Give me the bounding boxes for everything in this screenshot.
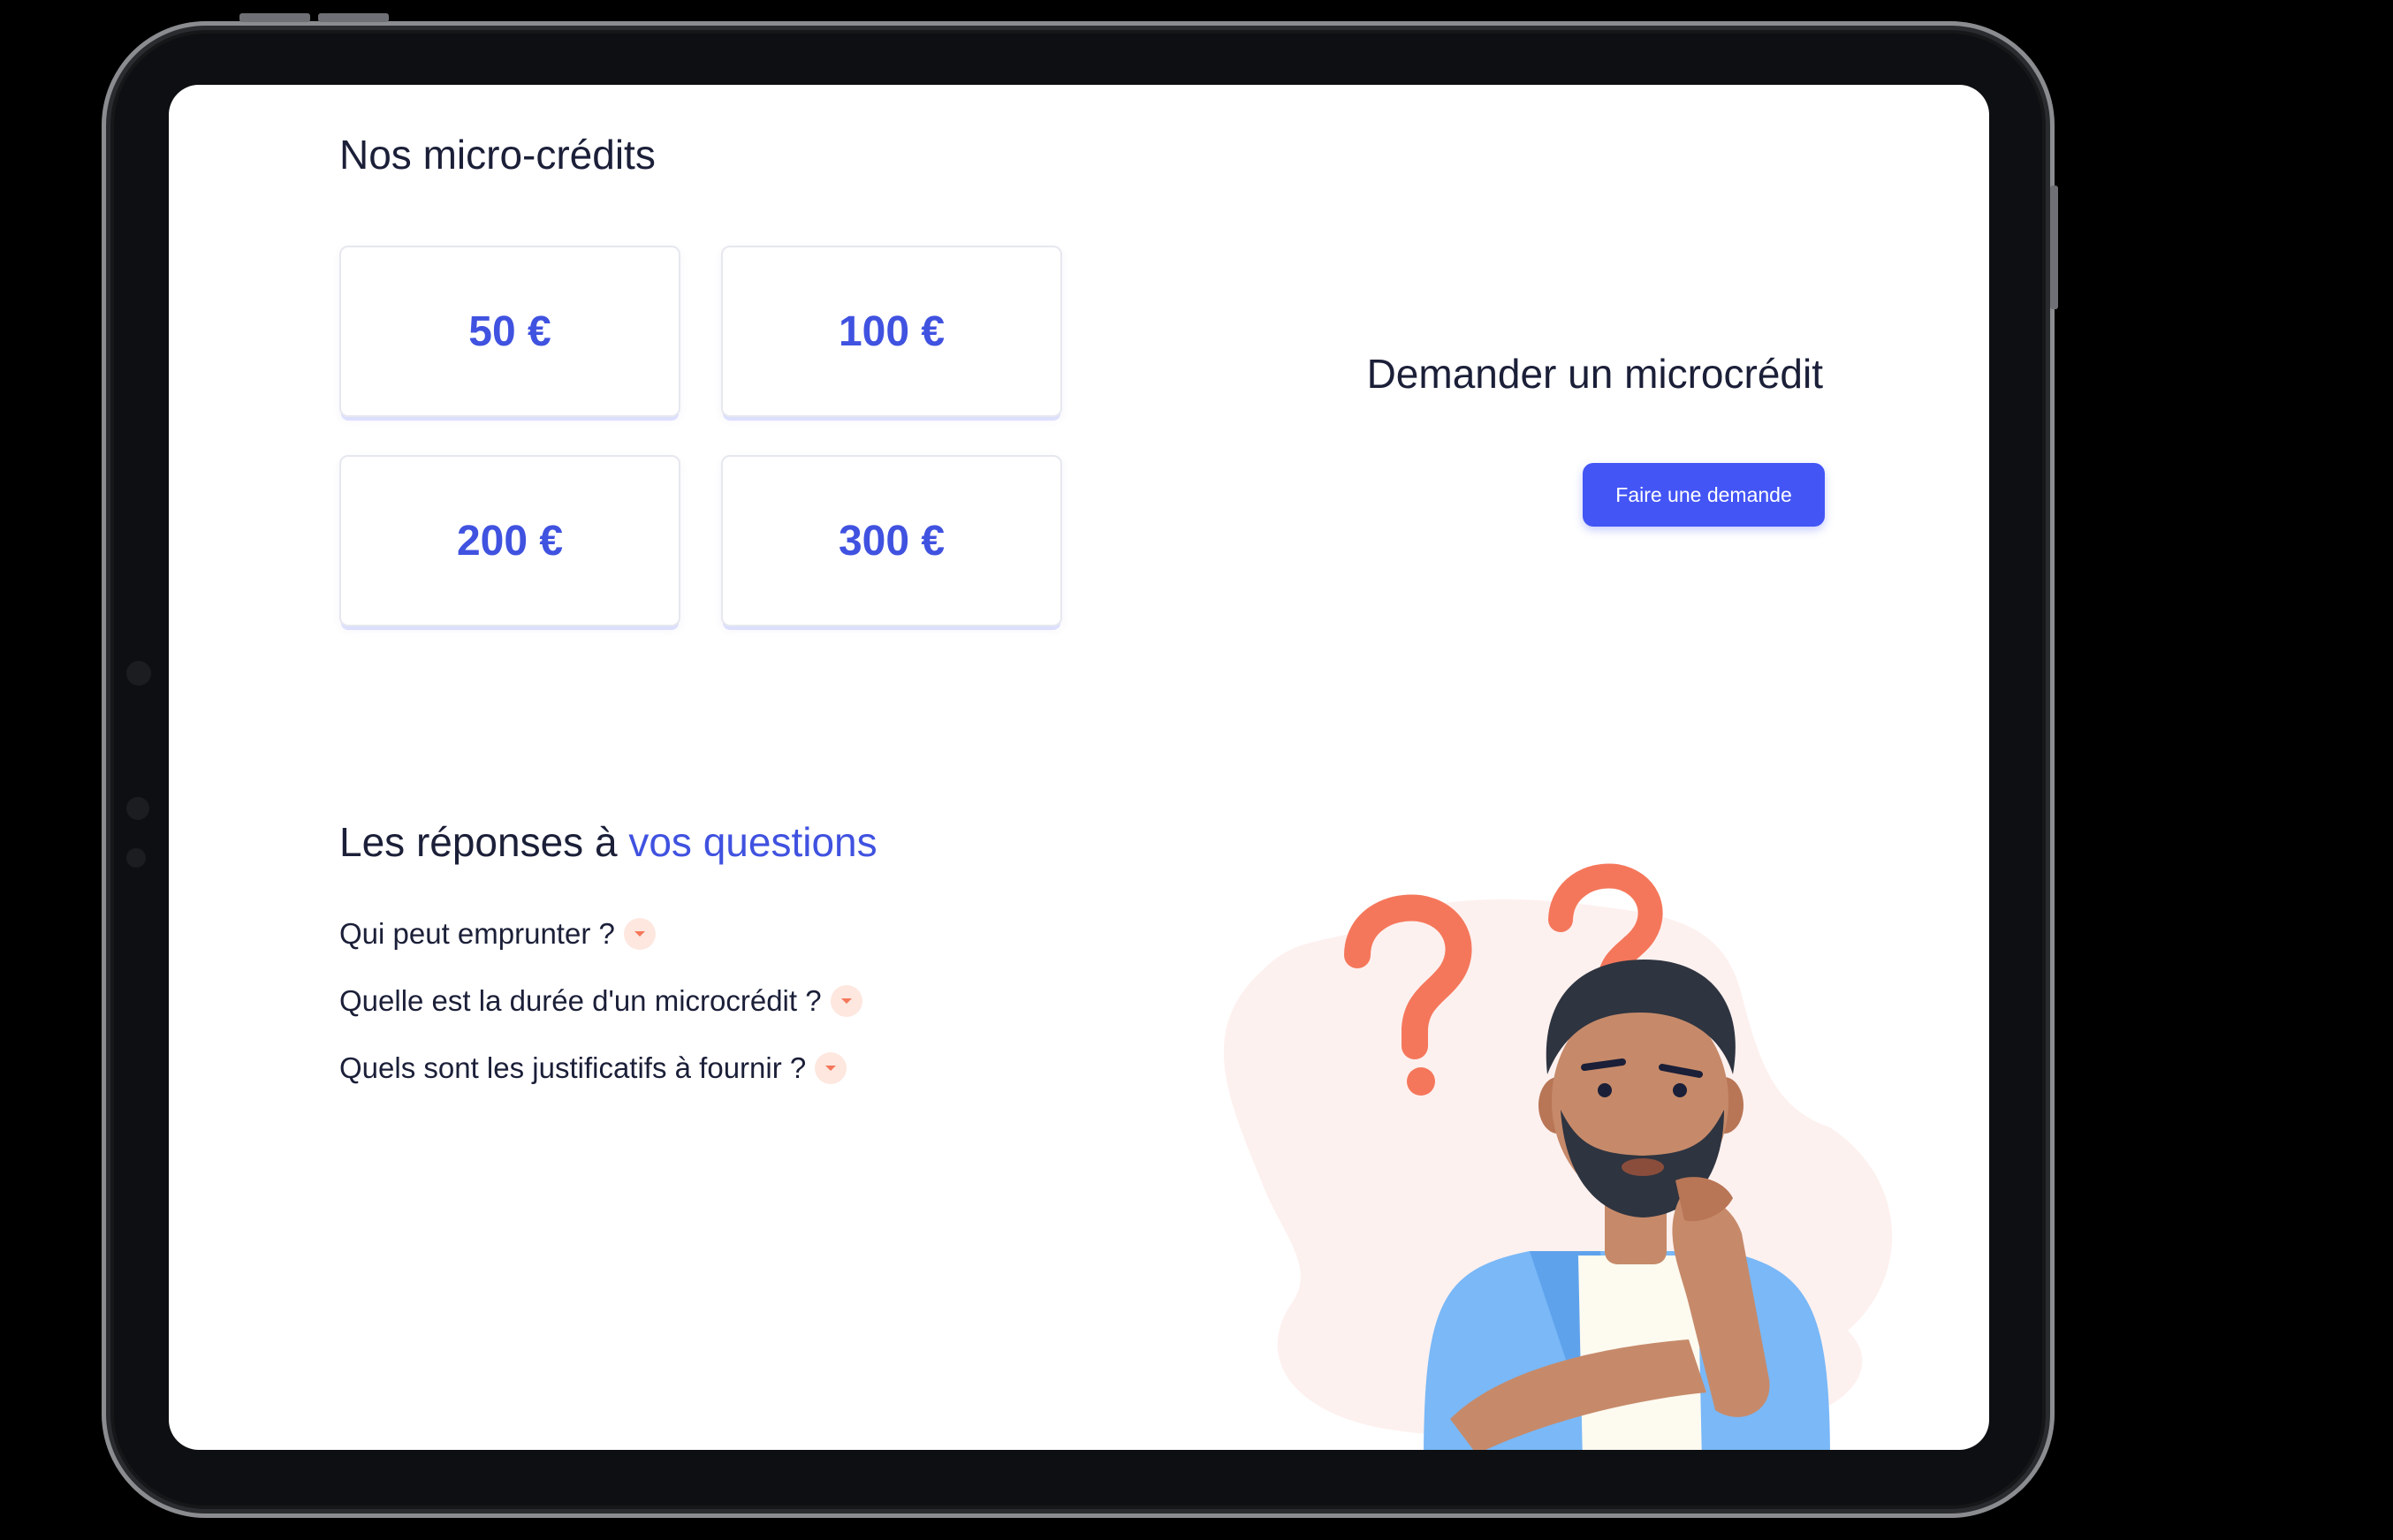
camera-sensor (126, 661, 151, 686)
thinking-person-illustration (1223, 863, 1893, 1450)
mouth (1622, 1158, 1664, 1176)
chevron-down-icon[interactable] (815, 1052, 847, 1084)
faq-question: Quelle est la durée d'un microcrédit ? (339, 984, 822, 1017)
chevron-down-icon[interactable] (830, 985, 862, 1017)
camera-sensor (126, 848, 146, 868)
amount-card-300[interactable]: 300 € (721, 455, 1062, 626)
amount-value: 100 € (838, 307, 946, 355)
faq-title: Les réponses à vos questions (339, 818, 877, 866)
section-title: Nos micro-crédits (339, 132, 656, 178)
faq-question: Quels sont les justificatifs à fournir ? (339, 1051, 807, 1084)
eye (1673, 1083, 1687, 1097)
cta-title: Demander un microcrédit (1366, 351, 1823, 397)
amount-value: 200 € (456, 517, 564, 565)
faq-item[interactable]: Quels sont les justificatifs à fournir ? (339, 1051, 847, 1085)
amount-card-50[interactable]: 50 € (339, 246, 680, 417)
chevron-down-icon[interactable] (623, 918, 656, 950)
eye (1598, 1083, 1612, 1097)
tablet-top-button (239, 13, 310, 22)
faq-title-accent: vos questions (628, 819, 877, 865)
amount-card-100[interactable]: 100 € (721, 246, 1062, 417)
faq-item[interactable]: Quelle est la durée d'un microcrédit ? (339, 984, 862, 1018)
faq-title-prefix: Les réponses à (339, 819, 629, 865)
amount-card-200[interactable]: 200 € (339, 455, 680, 626)
amount-value: 50 € (468, 307, 551, 355)
tablet-top-button (318, 13, 389, 22)
request-button[interactable]: Faire une demande (1583, 463, 1825, 527)
faq-item[interactable]: Qui peut emprunter ? (339, 917, 656, 951)
amount-value: 300 € (838, 517, 946, 565)
question-mark-dot (1407, 1067, 1435, 1096)
app-screen: Nos micro-crédits 50 € 100 € 200 € 300 €… (169, 85, 1989, 1450)
camera-sensor (126, 797, 149, 820)
tablet-side-button (2050, 186, 2058, 309)
faq-question: Qui peut emprunter ? (339, 917, 615, 950)
